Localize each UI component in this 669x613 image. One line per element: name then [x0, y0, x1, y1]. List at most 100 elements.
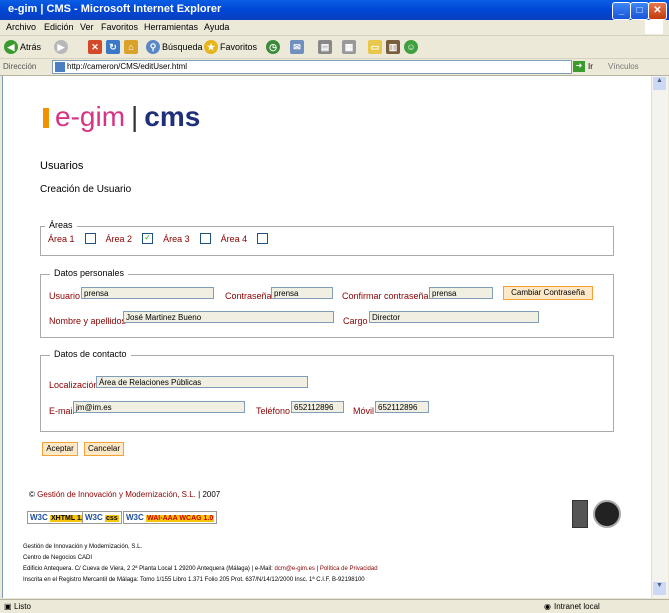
footer-sep: |: [198, 490, 201, 499]
messenger-button[interactable]: ☺: [404, 39, 418, 55]
footer-line-4: Inscrita en el Registro Mercantil de Mál…: [23, 577, 365, 583]
menu-ver[interactable]: Ver: [80, 22, 94, 32]
maximize-button[interactable]: □: [630, 2, 649, 20]
menu-favoritos[interactable]: Favoritos: [101, 22, 138, 32]
go-button[interactable]: Ir: [588, 62, 593, 71]
home-button[interactable]: ⌂: [124, 39, 138, 55]
confirm-password-label: Confirmar contraseña: [342, 291, 429, 301]
window-title: e-gim | CMS - Microsoft Internet Explore…: [8, 3, 222, 15]
menu-edicion[interactable]: Edición: [44, 22, 74, 32]
book-icon: ▥: [386, 40, 400, 54]
cargo-input[interactable]: Director: [369, 311, 539, 323]
footer-year: 2007: [202, 490, 221, 499]
privacy-policy-link[interactable]: Política de Privacidad: [320, 566, 378, 572]
page-icon: [55, 62, 65, 72]
area-2-checkbox[interactable]: ✓: [142, 233, 154, 244]
area-3-label: Área 3: [163, 233, 190, 244]
logo: e-gim | cms: [43, 98, 200, 132]
go-arrow-icon: ➜: [573, 61, 585, 72]
star-icon: ★: [204, 40, 218, 54]
status-page-icon: ▣: [4, 602, 12, 611]
history-button[interactable]: ◷: [266, 39, 280, 55]
footer-line-3: Edificio Antequera. C/ Cueva de Viera, 2…: [23, 566, 378, 572]
css-badge-text: css: [105, 515, 119, 522]
page-content: e-gim | cms Usuarios Creación de Usuario…: [2, 76, 652, 598]
email-input[interactable]: jm@im.es: [73, 401, 245, 413]
name-label: Nombre y apellidos: [49, 316, 127, 326]
footer-line-2: Centro de Negocios CADI: [23, 555, 93, 561]
personal-legend: Datos personales: [50, 268, 129, 278]
copyright-symbol: ©: [29, 490, 35, 499]
area-2-label: Área 2: [105, 233, 133, 244]
area-1-label: Área 1: [48, 233, 75, 244]
favorites-button[interactable]: ★ Favoritos: [204, 39, 257, 55]
close-button[interactable]: ✕: [648, 2, 667, 20]
research-button[interactable]: ▥: [386, 39, 400, 55]
mail-button[interactable]: ✉: [290, 39, 304, 55]
vertical-scrollbar[interactable]: ▲ ▼: [651, 76, 668, 598]
scroll-down-icon[interactable]: ▼: [653, 582, 666, 595]
history-icon: ◷: [266, 40, 280, 54]
name-input[interactable]: José Martinez Bueno: [123, 311, 334, 323]
page-title: Usuarios: [40, 160, 84, 172]
stop-icon: ✕: [88, 40, 102, 54]
back-button[interactable]: ◀ Atrás: [4, 39, 41, 55]
print-button[interactable]: ▤: [318, 39, 332, 55]
menu-ayuda[interactable]: Ayuda: [204, 22, 229, 32]
page-subtitle: Creación de Usuario: [40, 184, 132, 195]
usuario-label: Usuario: [49, 291, 81, 301]
logo-text-left: e-gim: [55, 101, 126, 132]
personal-fieldset: [40, 274, 614, 338]
folder-button[interactable]: ▭: [368, 39, 382, 55]
wai-badge-text: WAI-AAA WCAG 1.0: [146, 515, 215, 522]
links-label[interactable]: Vínculos: [608, 62, 639, 71]
address-input[interactable]: http://cameron/CMS/editUser.html: [52, 60, 572, 74]
toolbar: ◀ Atrás ▶ ✕ ↻ ⌂ ⚲ Búsqueda ★ Favoritos ◷ ✉ …: [0, 36, 669, 59]
area-1-checkbox[interactable]: [84, 233, 96, 244]
cancel-button[interactable]: Cancelar: [84, 442, 124, 456]
footer-line-1: Gestión de Innovación y Modernización, S…: [23, 544, 143, 550]
location-input[interactable]: Área de Relaciones Públicas: [96, 376, 308, 388]
wai-badge[interactable]: W3C WAI-AAA WCAG 1.0: [123, 511, 218, 524]
minimize-button[interactable]: _: [612, 2, 631, 20]
footer-email-link[interactable]: dcm@e-gim.es: [275, 566, 315, 572]
search-icon: ⚲: [146, 40, 160, 54]
change-password-button[interactable]: Cambiar Contraseña: [503, 286, 593, 300]
areas-list: Área 1 Área 2 ✓ Área 3 Área 4: [48, 233, 269, 244]
back-arrow-icon: ◀: [4, 40, 18, 54]
menu-herramientas[interactable]: Herramientas: [144, 22, 198, 32]
edit-button[interactable]: ▦: [342, 39, 356, 55]
address-bar: Dirección http://cameron/CMS/editUser.ht…: [0, 59, 669, 76]
logo-text-right: cms: [144, 101, 201, 132]
refresh-icon: ↻: [106, 40, 120, 54]
certification-logo-icon: [572, 500, 588, 528]
company-link[interactable]: Gestión de Innovación y Modernización, S…: [37, 490, 196, 499]
logo-separator: |: [131, 101, 139, 132]
confirm-password-input[interactable]: prensa: [429, 287, 493, 299]
css-badge[interactable]: W3C css: [82, 511, 122, 524]
edit-icon: ▦: [342, 40, 356, 54]
intranet-icon: ◉: [544, 602, 551, 611]
zone-text: Intranet local: [554, 602, 600, 611]
certification-seal-icon: [593, 500, 621, 528]
area-3-checkbox[interactable]: [199, 233, 211, 244]
title-bar: e-gim | CMS - Microsoft Internet Explore…: [0, 0, 669, 20]
search-button[interactable]: ⚲ Búsqueda: [146, 39, 203, 55]
stop-button[interactable]: ✕: [88, 39, 102, 55]
forward-button[interactable]: ▶: [54, 39, 68, 55]
area-4-checkbox[interactable]: [257, 233, 269, 244]
email-label: E-mail: [49, 406, 75, 416]
refresh-button[interactable]: ↻: [106, 39, 120, 55]
location-label: Localización: [49, 380, 99, 390]
usuario-input[interactable]: prensa: [81, 287, 214, 299]
contact-fieldset: [40, 355, 614, 432]
password-input[interactable]: prensa: [271, 287, 333, 299]
movil-input[interactable]: 652112896: [375, 401, 429, 413]
menu-archivo[interactable]: Archivo: [6, 22, 36, 32]
scroll-up-icon[interactable]: ▲: [653, 77, 666, 90]
telefono-input[interactable]: 652112896: [291, 401, 344, 413]
accept-button[interactable]: Aceptar: [42, 442, 78, 456]
password-label: Contraseña: [225, 291, 272, 301]
areas-legend: Áreas: [45, 220, 77, 230]
footer-copyright: © Gestión de Innovación y Modernización,…: [29, 490, 220, 499]
